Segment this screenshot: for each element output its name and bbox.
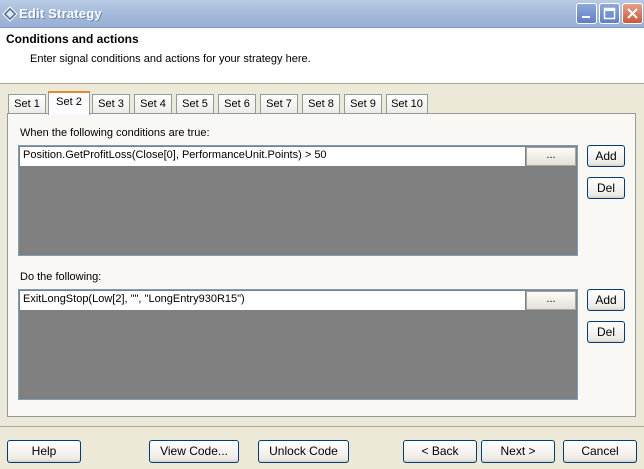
add-action-button[interactable]: Add [587,289,625,311]
page-subtitle: Enter signal conditions and actions for … [30,53,311,65]
del-condition-button[interactable]: Del [587,177,625,199]
window-title: Edit Strategy [19,6,102,21]
header-divider [0,83,644,84]
maximize-icon [603,7,616,20]
condition-row[interactable]: Position.GetProfitLoss(Close[0], Perform… [20,147,525,166]
maximize-button[interactable] [599,3,620,24]
tab-set-7[interactable]: Set 7 [260,94,298,113]
next-button[interactable]: Next > [481,440,555,463]
unlock-code-button[interactable]: Unlock Code [258,440,349,463]
close-button[interactable] [622,3,643,24]
conditions-list[interactable]: Position.GetProfitLoss(Close[0], Perform… [18,145,578,256]
tab-set-6[interactable]: Set 6 [218,94,256,113]
tab-set-8[interactable]: Set 8 [302,94,340,113]
actions-list[interactable]: ExitLongStop(Low[2], "", "LongEntry930R1… [18,289,578,400]
close-icon [627,8,638,19]
del-action-button[interactable]: Del [587,321,625,343]
footer-divider [0,426,644,427]
title-bar[interactable]: Edit Strategy [0,0,644,28]
strategy-icon [2,6,18,22]
tab-set-1[interactable]: Set 1 [8,94,46,113]
action-row[interactable]: ExitLongStop(Low[2], "", "LongEntry930R1… [20,291,525,310]
tab-set-9[interactable]: Set 9 [344,94,382,113]
tab-set-4[interactable]: Set 4 [134,94,172,113]
view-code-button[interactable]: View Code... [149,440,239,463]
add-condition-button[interactable]: Add [587,145,625,167]
actions-label: Do the following: [20,271,102,283]
tab-set-3[interactable]: Set 3 [92,94,130,113]
condition-edit-button[interactable]: ... [526,147,576,166]
cancel-button[interactable]: Cancel [563,440,637,463]
minimize-button[interactable] [576,3,597,24]
page-title: Conditions and actions [6,32,139,46]
help-button[interactable]: Help [7,440,81,463]
wizard-header: Conditions and actions Enter signal cond… [0,28,644,84]
minimize-icon [582,16,590,18]
tab-set-2[interactable]: Set 2 [48,91,90,115]
tab-set-10[interactable]: Set 10 [386,94,428,113]
action-edit-button[interactable]: ... [526,291,576,310]
conditions-label: When the following conditions are true: [20,127,210,139]
tab-set-5[interactable]: Set 5 [176,94,214,113]
back-button[interactable]: < Back [403,440,477,463]
